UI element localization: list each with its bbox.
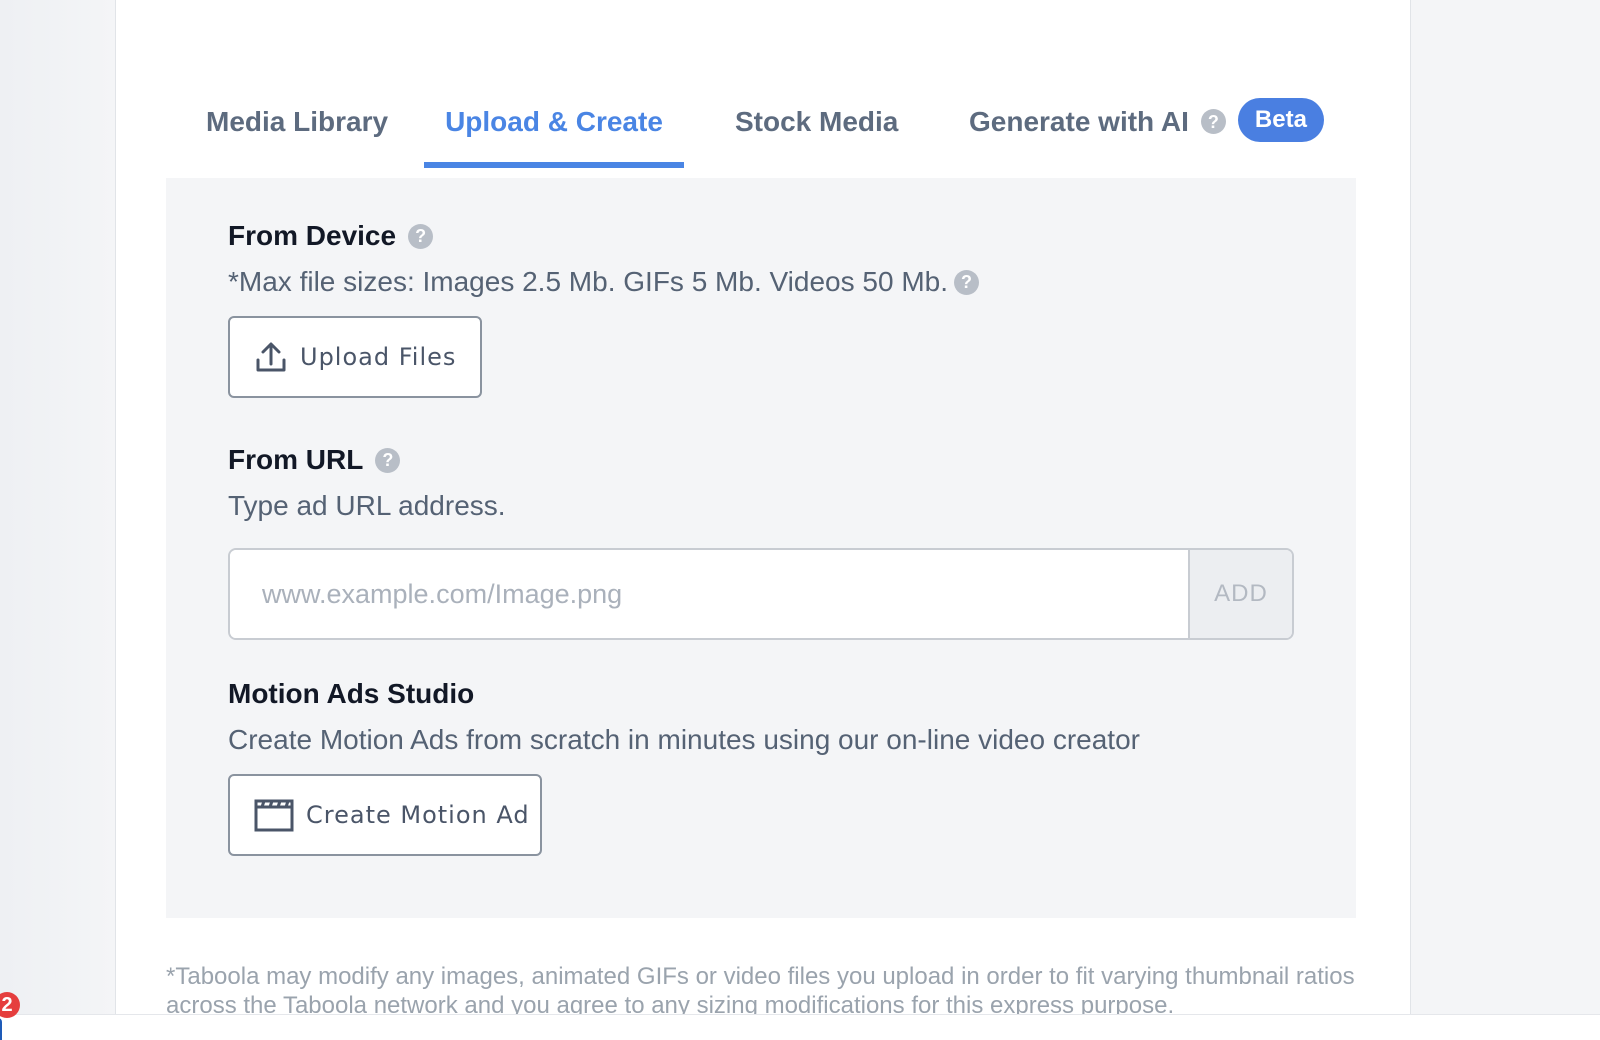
section-title-text: Motion Ads Studio (228, 678, 475, 709)
beta-badge: Beta (1237, 98, 1324, 142)
taboola-disclaimer: *Taboola may modify any images, animated… (166, 963, 1355, 1019)
clapperboard-icon (254, 799, 294, 832)
help-icon[interactable]: ? (408, 223, 434, 249)
tab-stock-media[interactable]: Stock Media (735, 98, 898, 174)
help-icon[interactable]: ? (954, 269, 979, 295)
bottom-bar (0, 1014, 1600, 1040)
from-device-title: From Device ? (228, 220, 434, 252)
from-device-description: *Max file sizes: Images 2.5 Mb. GIFs 5 M… (228, 266, 979, 298)
tab-label: Generate with AI (969, 106, 1189, 137)
motion-ads-description: Create Motion Ads from scratch in minute… (228, 724, 1140, 755)
floating-button-edge[interactable] (0, 1018, 2, 1040)
upload-icon (256, 342, 286, 372)
tab-generate-with-ai[interactable]: Generate with AI ? Beta (969, 98, 1324, 174)
from-url-title: From URL ? (228, 444, 401, 476)
section-title-text: From URL (228, 444, 364, 475)
tab-upload-create[interactable]: Upload & Create (424, 98, 684, 174)
url-input[interactable] (230, 550, 1188, 638)
section-title-text: From Device (228, 220, 397, 251)
max-file-sizes-text: *Max file sizes: Images 2.5 Mb. GIFs 5 M… (228, 266, 948, 297)
create-motion-ad-button[interactable]: Create Motion Ad (228, 774, 542, 856)
media-tabs: Media Library Upload & Create Stock Medi… (166, 98, 1356, 174)
from-url-description: Type ad URL address. (228, 490, 506, 521)
upload-files-button[interactable]: Upload Files (228, 316, 482, 398)
active-tab-indicator (424, 162, 684, 168)
help-icon[interactable]: ? (1200, 109, 1226, 134)
tab-label: Media Library (206, 106, 389, 137)
url-input-group: ADD (228, 548, 1294, 640)
media-panel: Media Library Upload & Create Stock Medi… (115, 0, 1411, 1019)
upload-create-content: From Device ? *Max file sizes: Images 2.… (166, 178, 1356, 918)
tab-label: Stock Media (735, 106, 899, 137)
button-label: Upload Files (300, 343, 457, 371)
add-url-button[interactable]: ADD (1188, 550, 1292, 638)
button-label: Create Motion Ad (306, 801, 530, 829)
tab-label: Upload & Create (445, 106, 663, 137)
help-icon[interactable]: ? (375, 447, 401, 473)
motion-ads-title: Motion Ads Studio (228, 678, 474, 710)
tab-media-library[interactable]: Media Library (206, 98, 388, 174)
